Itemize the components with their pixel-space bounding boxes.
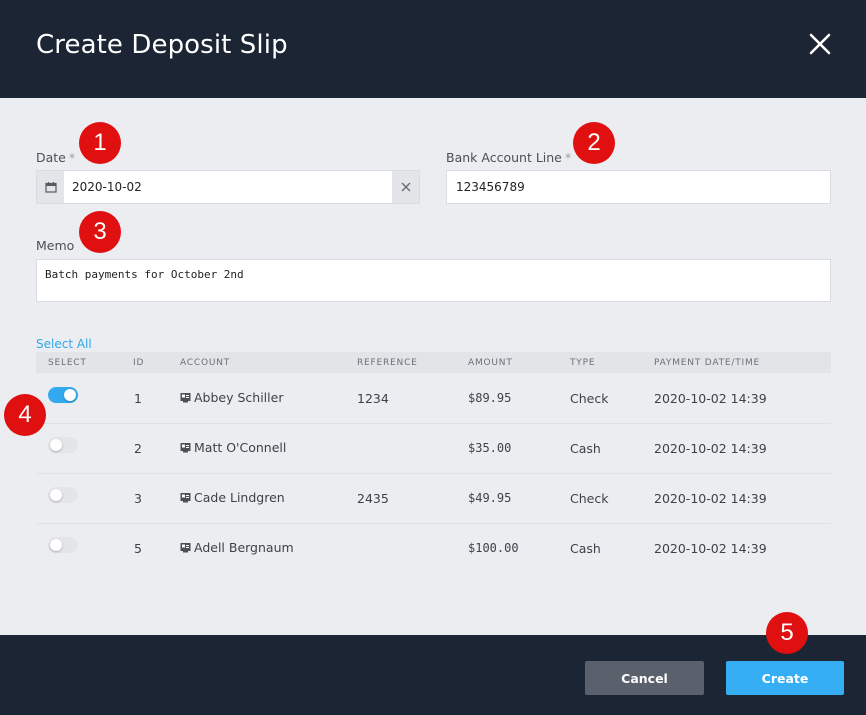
row-id: 5 xyxy=(134,541,142,556)
memo-label: Memo xyxy=(36,238,75,253)
row-account[interactable]: Abbey Schiller xyxy=(180,390,283,405)
toggle-knob xyxy=(50,489,62,501)
close-icon[interactable] xyxy=(806,30,834,58)
row-datetime: 2020-10-02 14:39 xyxy=(654,541,767,556)
select-toggle[interactable] xyxy=(48,537,78,553)
table-row: 1 Abbey Schiller 1234 $89.95 Check 2020-… xyxy=(36,374,831,424)
account-name: Abbey Schiller xyxy=(194,390,284,405)
row-account[interactable]: Adell Bergnaum xyxy=(180,540,294,555)
select-all-link[interactable]: Select All xyxy=(36,337,92,351)
row-amount: $35.00 xyxy=(468,441,512,455)
annotation-badge-3: 3 xyxy=(79,211,121,253)
dialog-header: Create Deposit Slip xyxy=(0,0,866,98)
toggle-knob xyxy=(50,539,62,551)
account-card-icon xyxy=(180,443,191,453)
table-row: 3 Cade Lindgren 2435 $49.95 Check 2020-1… xyxy=(36,474,831,524)
row-type: Cash xyxy=(570,441,601,456)
date-label: Date * xyxy=(36,150,76,165)
row-datetime: 2020-10-02 14:39 xyxy=(654,491,767,506)
header-payment-datetime: PAYMENT DATE/TIME xyxy=(654,358,760,368)
row-account[interactable]: Matt O'Connell xyxy=(180,440,286,455)
header-account: ACCOUNT xyxy=(180,358,231,368)
account-name: Cade Lindgren xyxy=(194,490,285,505)
memo-value[interactable]: Batch payments for October 2nd xyxy=(45,268,244,281)
memo-field[interactable]: Batch payments for October 2nd xyxy=(36,259,831,302)
header-select: SELECT xyxy=(48,358,87,368)
row-amount: $49.95 xyxy=(468,491,512,505)
row-amount: $89.95 xyxy=(468,391,512,405)
row-reference: 2435 xyxy=(357,491,389,506)
bank-account-field[interactable]: 123456789 xyxy=(446,170,831,204)
account-name: Matt O'Connell xyxy=(194,440,287,455)
bank-account-label: Bank Account Line * xyxy=(446,150,572,165)
table-header: SELECT ID ACCOUNT REFERENCE AMOUNT TYPE … xyxy=(36,352,831,373)
row-id: 3 xyxy=(134,491,142,506)
row-datetime: 2020-10-02 14:39 xyxy=(654,391,767,406)
account-card-icon xyxy=(180,543,191,553)
select-toggle[interactable] xyxy=(48,487,78,503)
row-type: Check xyxy=(570,391,609,406)
annotation-badge-2: 2 xyxy=(573,122,615,164)
clear-x-icon[interactable] xyxy=(392,171,419,203)
row-type: Cash xyxy=(570,541,601,556)
dialog-title: Create Deposit Slip xyxy=(36,30,288,60)
toggle-knob xyxy=(64,389,76,401)
date-field[interactable]: 2020-10-02 xyxy=(36,170,420,204)
annotation-badge-5: 5 xyxy=(766,612,808,654)
create-button[interactable]: Create xyxy=(726,661,844,695)
header-reference: REFERENCE xyxy=(357,358,418,368)
row-amount: $100.00 xyxy=(468,541,519,555)
row-id: 1 xyxy=(134,391,142,406)
calendar-icon[interactable] xyxy=(37,171,64,203)
cancel-button[interactable]: Cancel xyxy=(585,661,704,695)
header-type: TYPE xyxy=(570,358,596,368)
annotation-badge-4: 4 xyxy=(4,394,46,436)
row-account[interactable]: Cade Lindgren xyxy=(180,490,285,505)
account-card-icon xyxy=(180,393,191,403)
row-id: 2 xyxy=(134,441,142,456)
table-row: 5 Adell Bergnaum $100.00 Cash 2020-10-02… xyxy=(36,524,831,574)
row-datetime: 2020-10-02 14:39 xyxy=(654,441,767,456)
header-id: ID xyxy=(133,358,145,368)
header-amount: AMOUNT xyxy=(468,358,513,368)
account-card-icon xyxy=(180,493,191,503)
account-name: Adell Bergnaum xyxy=(194,540,294,555)
select-toggle[interactable] xyxy=(48,437,78,453)
toggle-knob xyxy=(50,439,62,451)
bank-account-value[interactable]: 123456789 xyxy=(456,180,525,194)
row-type: Check xyxy=(570,491,609,506)
table-row: 2 Matt O'Connell $35.00 Cash 2020-10-02 … xyxy=(36,424,831,474)
date-value[interactable]: 2020-10-02 xyxy=(72,180,142,194)
annotation-badge-1: 1 xyxy=(79,122,121,164)
row-reference: 1234 xyxy=(357,391,389,406)
select-toggle[interactable] xyxy=(48,387,78,403)
